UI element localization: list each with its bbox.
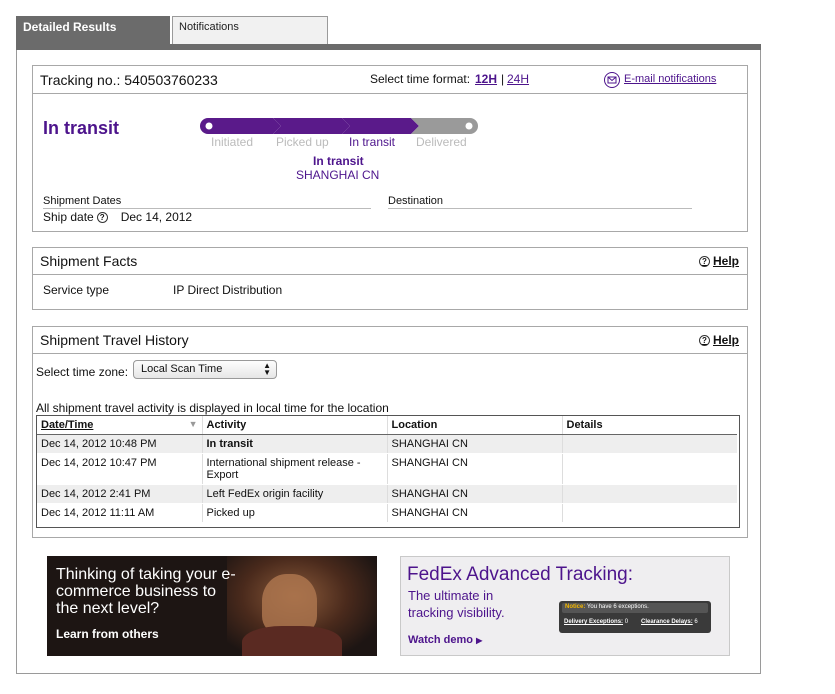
select-arrows-icon: ▲ ▼ [263, 361, 271, 377]
row-activity: Picked up [201, 503, 387, 523]
time-format-label: Select time format: [370, 72, 471, 86]
facts-help-link[interactable]: ? Help [698, 254, 739, 268]
step-initiated: Initiated [211, 135, 254, 149]
time-format-24h[interactable]: 24H [507, 72, 529, 86]
row-activity: Left FedEx origin facility [201, 484, 387, 504]
ecommerce-ad-cta[interactable]: Learn from others [56, 627, 159, 641]
history-table-wrap: Date/Time ▼ Activity Location Details De… [36, 415, 740, 528]
row-location: SHANGHAI CN [386, 484, 562, 504]
table-row: Dec 14, 2012 11:11 AM Picked up SHANGHAI… [37, 503, 737, 523]
step-in-transit: In transit [349, 135, 396, 149]
advanced-tracking-title: FedEx Advanced Tracking: [407, 564, 634, 585]
table-row: Dec 14, 2012 10:47 PM International ship… [37, 453, 737, 485]
question-icon: ? [698, 255, 710, 267]
column-header-date[interactable]: Date/Time ▼ [37, 416, 202, 435]
step-picked-up: Picked up [276, 135, 329, 149]
advanced-tracking-subtitle-1: The ultimate in [408, 588, 494, 603]
watch-demo-label: Watch demo [408, 634, 473, 646]
tab-notifications[interactable]: Notifications [172, 16, 328, 45]
row-date: Dec 14, 2012 10:47 PM [37, 453, 202, 485]
column-header-location: Location [386, 416, 562, 435]
status-title: In transit [43, 118, 120, 138]
play-arrow-icon: ▶ [476, 636, 483, 645]
row-location: SHANGHAI CN [386, 434, 562, 454]
table-row: Dec 14, 2012 10:48 PM In transit SHANGHA… [37, 434, 737, 454]
advanced-tracking-ad-banner[interactable]: FedEx Advanced Tracking: The ultimate in… [400, 556, 730, 656]
question-icon: ? [698, 334, 710, 346]
row-date: Dec 14, 2012 2:41 PM [37, 484, 202, 504]
row-location: SHANGHAI CN [386, 453, 562, 485]
progress-bar [200, 118, 478, 134]
timezone-label: Select time zone: [36, 365, 129, 379]
step-delivered: Delivered [416, 135, 467, 149]
ship-date-row: Ship date ? Dec 14, 2012 [43, 210, 192, 224]
facts-title: Shipment Facts [40, 253, 138, 269]
ship-date-label: Ship date [43, 210, 94, 224]
clearance-delays-value: 6 [694, 619, 698, 625]
clearance-delays-label: Clearance Delays: [641, 619, 693, 625]
notice-bar: Notice: You have 6 exceptions. [562, 603, 708, 613]
row-details [561, 453, 737, 485]
ecommerce-ad-banner[interactable]: Thinking of taking your e-commerce busin… [47, 556, 377, 656]
history-help-link[interactable]: ? Help [698, 333, 739, 347]
column-header-activity: Activity [201, 416, 387, 435]
row-activity: In transit [201, 434, 387, 454]
ship-date-value: Dec 14, 2012 [120, 210, 193, 224]
service-type-value: IP Direct Distribution [173, 283, 283, 297]
advanced-tracking-subtitle-2: tracking visibility. [408, 605, 505, 620]
history-title: Shipment Travel History [40, 332, 189, 348]
history-table: Date/Time ▼ Activity Location Details De… [37, 416, 737, 523]
sort-down-icon[interactable]: ▼ [189, 419, 198, 429]
tab-detailed-results[interactable]: Detailed Results [16, 16, 170, 46]
history-help-label: Help [712, 333, 739, 347]
timezone-note: All shipment travel activity is displaye… [36, 401, 389, 415]
envelope-icon[interactable] [604, 72, 620, 88]
row-details [561, 503, 737, 523]
row-details [561, 434, 737, 454]
delivery-exceptions-row: Delivery Exceptions: 0 [564, 619, 628, 625]
facts-help-label: Help [712, 254, 739, 268]
table-row: Dec 14, 2012 2:41 PM Left FedEx origin f… [37, 484, 737, 504]
service-type-label: Service type [43, 283, 110, 297]
facts-header: Shipment Facts ? Help [33, 248, 747, 275]
destination-heading: Destination [388, 195, 692, 209]
row-location: SHANGHAI CN [386, 503, 562, 523]
time-format-separator: | [501, 72, 505, 86]
shipment-facts-panel: Shipment Facts ? Help Service type IP Dir… [32, 247, 748, 310]
delivery-exceptions-value: 0 [624, 619, 629, 625]
delivery-exceptions-label: Delivery Exceptions: [564, 619, 624, 625]
notice-widget: Notice: You have 6 exceptions. Delivery … [559, 601, 711, 633]
tracking-number: Tracking no.: 540503760233 [40, 72, 218, 88]
tracking-panel: Tracking no.: 540503760233 Select time f… [32, 65, 748, 232]
shipment-dates-heading: Shipment Dates [43, 195, 371, 209]
row-date: Dec 14, 2012 11:11 AM [37, 503, 202, 523]
ad-photo-shirt [242, 626, 342, 656]
current-location: SHANGHAI CN [296, 168, 380, 182]
email-notifications-link[interactable]: E-mail notifications [624, 73, 716, 85]
history-header: Shipment Travel History ? Help [33, 327, 747, 354]
column-header-details: Details [561, 416, 737, 435]
notice-text: You have 6 exceptions. [586, 604, 649, 610]
time-format-12h[interactable]: 12H [475, 72, 497, 86]
tracking-header: Tracking no.: 540503760233 Select time f… [33, 66, 747, 94]
question-icon[interactable]: ? [96, 211, 108, 223]
row-date: Dec 14, 2012 10:48 PM [37, 434, 202, 454]
ad-photo-person [262, 574, 317, 634]
tab-bar: Detailed Results Notifications [16, 16, 761, 46]
ecommerce-ad-headline: Thinking of taking your e-commerce busin… [56, 566, 236, 617]
clearance-delays-row: Clearance Delays: 6 [641, 619, 698, 625]
watch-demo-link[interactable]: Watch demo ▶ [408, 634, 482, 646]
column-header-date-label: Date/Time [41, 418, 94, 431]
row-details [561, 484, 737, 504]
timezone-select[interactable]: Local Scan Time ▲ ▼ [133, 360, 277, 379]
timezone-value: Local Scan Time [141, 363, 223, 375]
current-status: In transit [313, 154, 364, 168]
row-activity: International shipment release - Export [201, 453, 387, 485]
notice-label: Notice: [565, 604, 586, 610]
travel-history-panel: Shipment Travel History ? Help Select tim… [32, 326, 748, 538]
